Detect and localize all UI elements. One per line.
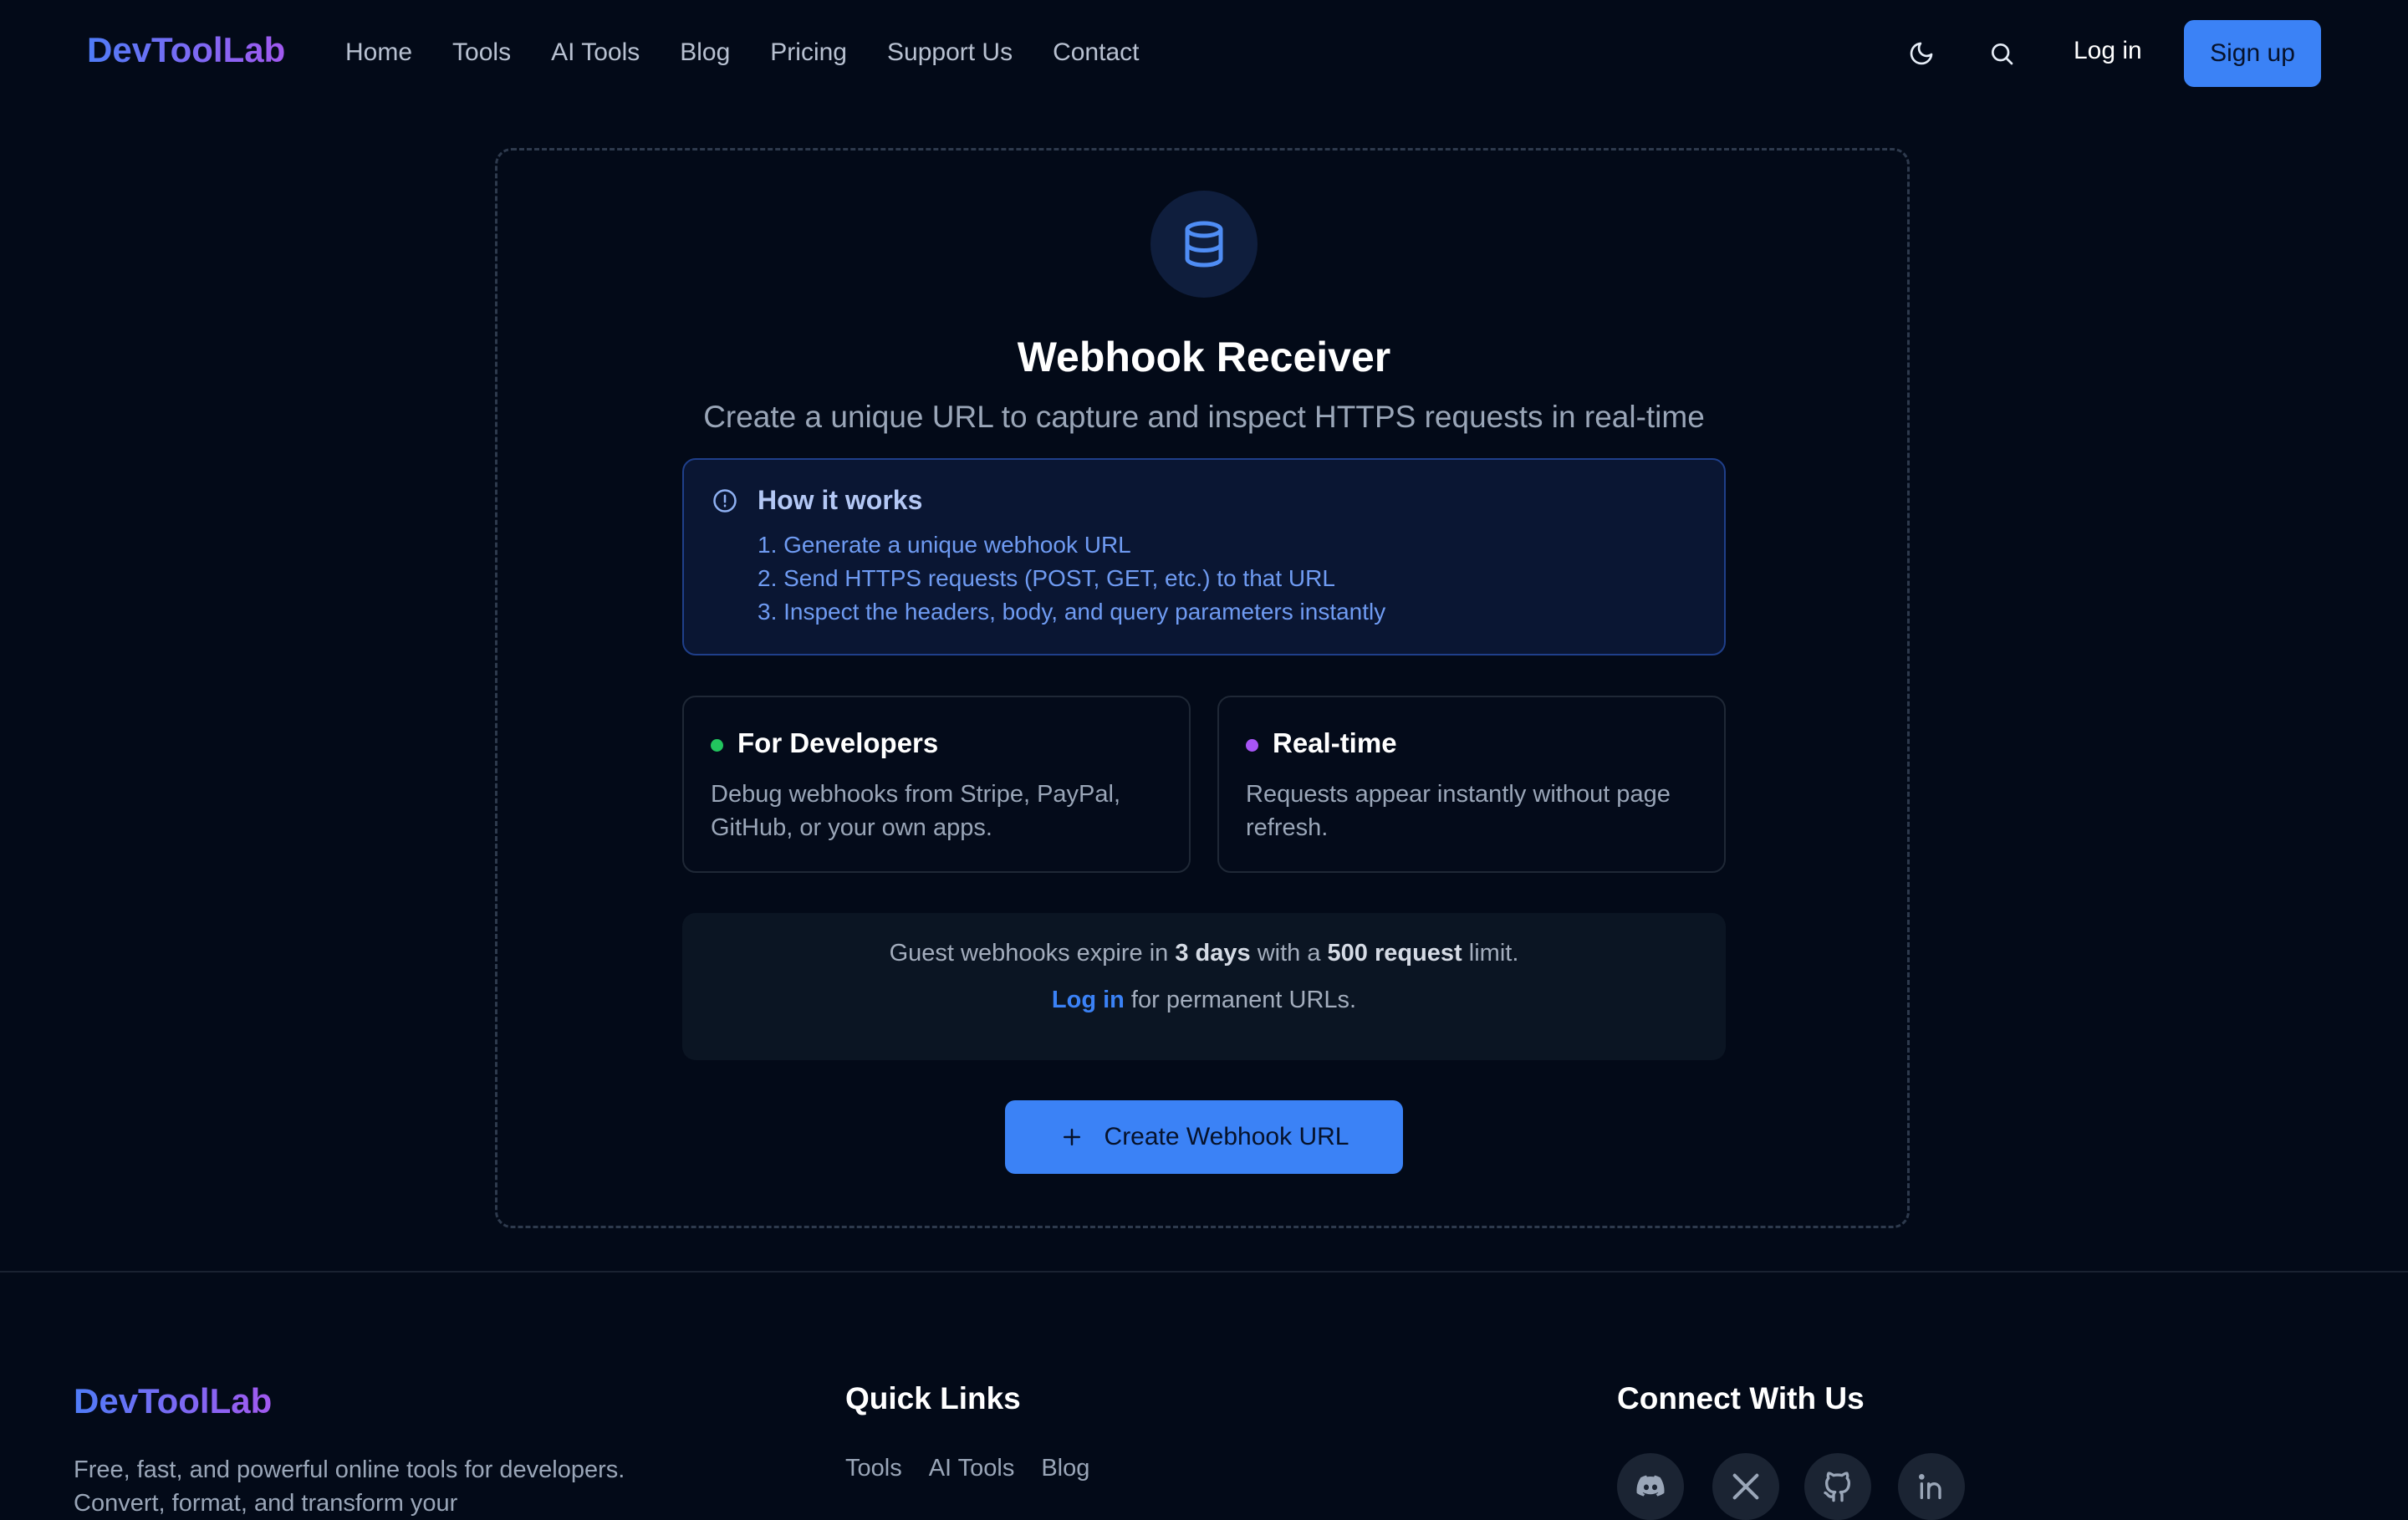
how-it-works-steps: 1. Generate a unique webhook URL 2. Send… [758, 528, 1385, 629]
x-button[interactable] [1712, 1453, 1779, 1520]
footer-description: Free, fast, and powerful online tools fo… [74, 1456, 625, 1517]
notice-days: 3 days [1175, 940, 1251, 967]
feature-description: Debug webhooks from Stripe, PayPal, GitH… [711, 781, 1121, 841]
discord-button[interactable] [1617, 1453, 1684, 1520]
nav-link-contact[interactable]: Contact [1053, 38, 1139, 67]
search-icon [1992, 43, 2013, 65]
login-link[interactable]: Log in [2074, 37, 2142, 65]
create-webhook-button[interactable]: Create Webhook URL [1005, 1100, 1403, 1174]
step-item: 3. Inspect the headers, body, and query … [758, 599, 1386, 625]
quick-links: Tools AI Tools Blog [845, 1455, 1116, 1482]
create-webhook-label: Create Webhook URL [1104, 1123, 1349, 1150]
github-icon [1824, 1472, 1850, 1502]
footer-link-blog[interactable]: Blog [1041, 1455, 1089, 1482]
theme-toggle-button[interactable] [1901, 33, 1941, 74]
notice-expiry-text: Guest webhooks expire in 3 days with a 5… [682, 940, 1726, 967]
feature-card-developers: For Developers Debug webhooks from Strip… [682, 696, 1191, 873]
linkedin-icon [1919, 1474, 1941, 1499]
nav-link-blog[interactable]: Blog [680, 38, 730, 67]
step-item: 1. Generate a unique webhook URL [758, 532, 1131, 558]
notice-limit: 500 request [1327, 940, 1462, 967]
quick-links-title: Quick Links [845, 1381, 1021, 1415]
notice-text: for permanent URLs. [1124, 987, 1357, 1013]
footer-logo[interactable]: DevToolLab [74, 1381, 272, 1421]
feature-description: Requests appear instantly without page r… [1246, 781, 1671, 841]
notice-login-link[interactable]: Log in [1052, 987, 1125, 1013]
notice-text: with a [1250, 940, 1328, 967]
info-circle-icon [713, 489, 737, 513]
hero-icon-badge [1150, 191, 1258, 298]
discord-icon [1636, 1475, 1665, 1497]
nav-links: Home Tools AI Tools Blog Pricing Support… [345, 38, 1179, 67]
moon-icon [1910, 42, 1933, 65]
page-subtitle: Create a unique URL to capture and inspe… [703, 400, 1705, 434]
nav-link-pricing[interactable]: Pricing [770, 38, 847, 67]
nav-link-home[interactable]: Home [345, 38, 412, 67]
nav-link-ai-tools[interactable]: AI Tools [551, 38, 640, 67]
footer-link-tools[interactable]: Tools [845, 1455, 902, 1482]
signup-button[interactable]: Sign up [2184, 20, 2321, 87]
how-it-works-box: How it works 1. Generate a unique webhoo… [682, 458, 1726, 655]
footer-divider [0, 1271, 2408, 1273]
connect-title: Connect With Us [1617, 1381, 1865, 1415]
notice-text: limit. [1462, 940, 1519, 967]
nav-link-support-us[interactable]: Support Us [887, 38, 1013, 67]
status-dot [1246, 739, 1258, 752]
status-dot [711, 739, 723, 752]
github-button[interactable] [1804, 1453, 1871, 1520]
notice-login-text: Log in for permanent URLs. [682, 987, 1726, 1014]
search-button[interactable] [1982, 33, 2022, 74]
footer-link-ai-tools[interactable]: AI Tools [929, 1455, 1015, 1482]
feature-card-realtime: Real-time Requests appear instantly with… [1217, 696, 1726, 873]
linkedin-button[interactable] [1898, 1453, 1965, 1520]
feature-title: Real-time [1273, 727, 1397, 758]
nav-link-tools[interactable]: Tools [452, 38, 511, 67]
guest-notice: Guest webhooks expire in 3 days with a 5… [682, 913, 1726, 1060]
how-it-works-title: How it works [758, 485, 923, 515]
feature-title: For Developers [737, 727, 939, 758]
plus-icon [1063, 1129, 1080, 1145]
x-icon [1732, 1473, 1759, 1500]
notice-text: Guest webhooks expire in [889, 940, 1176, 967]
step-item: 2. Send HTTPS requests (POST, GET, etc.)… [758, 565, 1335, 591]
top-nav: DevToolLab Home Tools AI Tools Blog Pric… [0, 0, 2408, 107]
database-icon [1185, 221, 1223, 268]
page-title: Webhook Receiver [1017, 334, 1391, 380]
webhook-card [495, 148, 1910, 1228]
site-logo[interactable]: DevToolLab [87, 30, 285, 70]
